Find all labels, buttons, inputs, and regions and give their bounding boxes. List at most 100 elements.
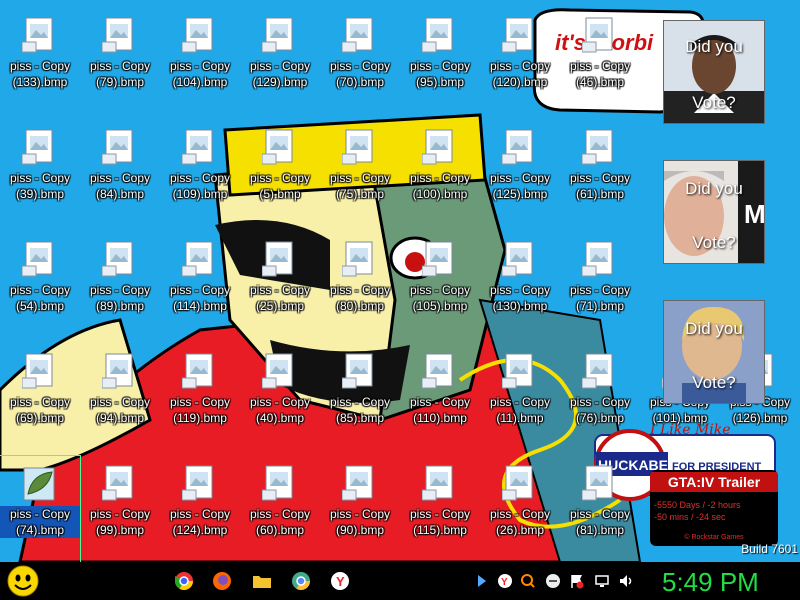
desktop-icon-label: piss - Copy (120).bmp — [489, 59, 551, 89]
desktop-icon[interactable]: piss - Copy (79).bmp — [80, 8, 160, 116]
desktop-icon[interactable]: piss - Copy (76).bmp — [560, 344, 640, 452]
taskbar-clock[interactable]: 5:49 PM — [662, 567, 772, 598]
folder-icon[interactable] — [251, 570, 273, 592]
desktop-icon[interactable]: piss - Copy (70).bmp — [320, 8, 400, 116]
desktop-icon[interactable]: piss - Copy (74).bmp — [0, 455, 81, 565]
bitmap-file-icon — [102, 353, 133, 389]
yandex-tray-icon[interactable]: Y — [497, 573, 513, 589]
desktop-icon[interactable]: piss - Copy (114).bmp — [160, 232, 240, 340]
bitmap-file-icon — [342, 241, 373, 277]
desktop-icon[interactable]: piss - Copy (133).bmp — [0, 8, 80, 116]
bitmap-file-icon — [262, 465, 293, 501]
desktop-icon[interactable]: piss - Copy (119).bmp — [160, 344, 240, 452]
desktop-icon-label: piss - Copy (133).bmp — [9, 59, 71, 89]
vote-line1: Did you — [685, 179, 743, 198]
desktop-icon[interactable]: piss - Copy (81).bmp — [560, 456, 640, 564]
desktop-icon[interactable]: piss - Copy (95).bmp — [400, 8, 480, 116]
desktop-icon[interactable]: piss - Copy (46).bmp — [560, 8, 640, 116]
desktop-icon[interactable]: piss - Copy (61).bmp — [560, 120, 640, 228]
desktop-icon[interactable]: piss - Copy (104).bmp — [160, 8, 240, 116]
desktop-icon[interactable]: piss - Copy (71).bmp — [560, 232, 640, 340]
flag-icon[interactable] — [569, 573, 585, 589]
desktop-icon-label: piss - Copy (95).bmp — [409, 59, 471, 89]
bitmap-file-icon — [262, 129, 293, 165]
desktop-icon[interactable]: piss - Copy (75).bmp — [320, 120, 400, 228]
desktop-icon[interactable]: piss - Copy (125).bmp — [480, 120, 560, 228]
desktop-icon[interactable]: piss - Copy (25).bmp — [240, 232, 320, 340]
desktop-icon[interactable]: piss - Copy (39).bmp — [0, 120, 80, 228]
desktop-icon[interactable]: piss - Copy (120).bmp — [480, 8, 560, 116]
firefox-icon[interactable] — [211, 570, 233, 592]
bitmap-file-icon — [102, 465, 133, 501]
desktop-icon-label: piss - Copy (69).bmp — [9, 395, 71, 425]
desktop-icon[interactable]: piss - Copy (94).bmp — [80, 344, 160, 452]
desktop-icon[interactable]: piss - Copy (100).bmp — [400, 120, 480, 228]
bitmap-file-icon — [182, 17, 213, 53]
search-icon[interactable] — [520, 573, 536, 589]
desktop-icon[interactable]: piss - Copy (105).bmp — [400, 232, 480, 340]
desktop-icon[interactable]: piss - Copy (115).bmp — [400, 456, 480, 564]
desktop-icon[interactable]: piss - Copy (84).bmp — [80, 120, 160, 228]
desktop-icon[interactable]: piss - Copy (110).bmp — [400, 344, 480, 452]
bitmap-file-icon — [422, 17, 453, 53]
desktop-icon[interactable]: piss - Copy (54).bmp — [0, 232, 80, 340]
bitmap-file-icon — [102, 241, 133, 277]
desktop-icon-label: piss - Copy (25).bmp — [249, 283, 311, 313]
desktop-icon[interactable]: piss - Copy (60).bmp — [240, 456, 320, 564]
desktop-icon-label: piss - Copy (109).bmp — [169, 171, 231, 201]
yandex-icon[interactable]: Y — [329, 570, 351, 592]
desktop-icon-label: piss - Copy (11).bmp — [489, 395, 551, 425]
desktop-icon-label: piss - Copy (125).bmp — [489, 171, 551, 201]
bitmap-file-icon — [342, 129, 373, 165]
desktop-icon-label: piss - Copy (90).bmp — [329, 507, 391, 537]
vote-gadget-mccain[interactable]: M Did you Vote? — [663, 160, 765, 264]
desktop-icon[interactable]: piss - Copy (99).bmp — [80, 456, 160, 564]
bitmap-file-icon — [342, 353, 373, 389]
bitmap-file-icon — [342, 17, 373, 53]
desktop-icon[interactable]: piss - Copy (40).bmp — [240, 344, 320, 452]
minus-icon[interactable] — [545, 573, 561, 589]
desktop-icon-label: piss - Copy (81).bmp — [569, 507, 631, 537]
chrome-icon[interactable] — [173, 570, 195, 592]
desktop-icon-label: piss - Copy (115).bmp — [409, 507, 471, 537]
bitmap-file-icon — [582, 465, 613, 501]
desktop-icon[interactable]: piss - Copy (11).bmp — [480, 344, 560, 452]
bitmap-file-icon — [22, 353, 53, 389]
desktop-icon-label: piss - Copy (100).bmp — [409, 171, 471, 201]
desktop-icon-label: piss - Copy (84).bmp — [89, 171, 151, 201]
desktop-icon[interactable]: piss - Copy (5).bmp — [240, 120, 320, 228]
network-icon[interactable] — [594, 573, 610, 589]
desktop-icon-label: piss - Copy (60).bmp — [249, 507, 311, 537]
desktop-icon-label: piss - Copy (40).bmp — [249, 395, 311, 425]
desktop-icon[interactable]: piss - Copy (89).bmp — [80, 232, 160, 340]
desktop-icon[interactable]: piss - Copy (85).bmp — [320, 344, 400, 452]
desktop-icon-label: piss - Copy (46).bmp — [569, 59, 631, 89]
bitmap-file-icon — [502, 129, 533, 165]
gta-title: GTA:IV Trailer — [667, 474, 761, 490]
gta-countdown-gadget[interactable]: GTA:IV Trailer -5550 Days / -2 hours -50… — [650, 470, 778, 546]
desktop-icon[interactable]: piss - Copy (130).bmp — [480, 232, 560, 340]
arrow-icon[interactable] — [474, 573, 490, 589]
desktop-icon[interactable]: piss - Copy (124).bmp — [160, 456, 240, 564]
bitmap-file-icon — [102, 17, 133, 53]
desktop-icon[interactable]: piss - Copy (109).bmp — [160, 120, 240, 228]
desktop-icon-label: piss - Copy (85).bmp — [329, 395, 391, 425]
volume-icon[interactable] — [618, 573, 634, 589]
vote-gadget-clinton[interactable]: Did you Vote? — [663, 300, 765, 404]
bitmap-file-icon — [582, 241, 613, 277]
desktop-icon-label: piss - Copy (26).bmp — [489, 507, 551, 537]
smiley-start-icon[interactable] — [6, 564, 40, 598]
bitmap-file-icon — [422, 241, 453, 277]
desktop-icon[interactable]: piss - Copy (26).bmp — [480, 456, 560, 564]
desktop-icon-label: piss - Copy (130).bmp — [489, 283, 551, 313]
desktop-icon[interactable]: piss - Copy (129).bmp — [240, 8, 320, 116]
desktop-icon-label: piss - Copy (114).bmp — [169, 283, 231, 313]
bitmap-file-icon — [502, 241, 533, 277]
chromium-icon[interactable] — [290, 570, 312, 592]
desktop-icon[interactable]: piss - Copy (69).bmp — [0, 344, 80, 452]
desktop-icon[interactable]: piss - Copy (80).bmp — [320, 232, 400, 340]
bitmap-file-icon — [582, 129, 613, 165]
vote-gadget-obama[interactable]: Did you Vote? — [663, 20, 765, 124]
desktop-icon[interactable]: piss - Copy (90).bmp — [320, 456, 400, 564]
desktop-icon-label: piss - Copy (104).bmp — [169, 59, 231, 89]
